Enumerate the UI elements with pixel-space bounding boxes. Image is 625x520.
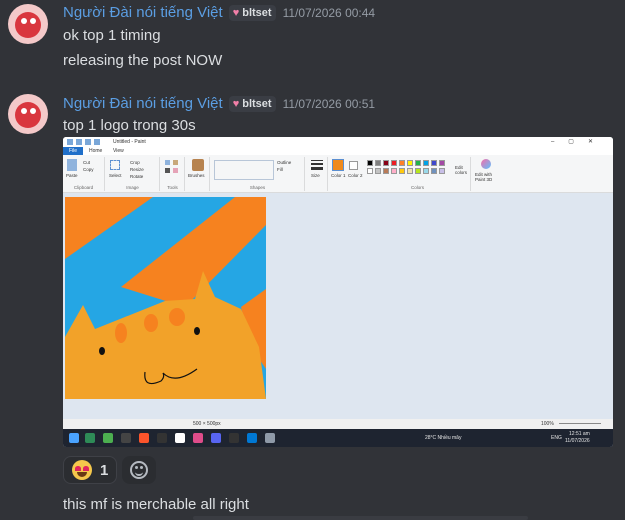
username[interactable]: Người Đài nói tiếng Việt [63, 4, 223, 21]
palette-swatch [423, 160, 429, 166]
tools-group: Tools [161, 157, 185, 191]
palette-swatch [439, 160, 445, 166]
reactions-bar: 1 [63, 456, 157, 484]
notion-icon [175, 433, 185, 443]
image-attachment[interactable]: Untitled - Paint –▢✕ File Home View Past… [63, 137, 613, 447]
palette-swatch [367, 168, 373, 174]
discord-icon [211, 433, 221, 443]
reaction-count: 1 [100, 461, 109, 479]
heart-icon: ♥ [232, 6, 240, 19]
cat-drawing [65, 197, 266, 399]
input-language: ENG [551, 435, 562, 441]
guild-tag[interactable]: ♥ bltset [228, 4, 276, 21]
composer-edge [193, 516, 528, 520]
paint-menubar: File Home View [63, 147, 613, 155]
minecraft-icon [103, 433, 113, 443]
palette-swatch [383, 168, 389, 174]
username[interactable]: Người Đài nói tiếng Việt [63, 95, 223, 112]
zoom-slider [559, 423, 601, 424]
zoom-level: 100% [541, 421, 554, 427]
taskbar-app-icon [121, 433, 131, 443]
reaction-star-struck[interactable]: 1 [63, 456, 118, 484]
clock-date: 11/07/2026 [565, 438, 590, 444]
palette-swatch [439, 168, 445, 174]
view-tab: View [113, 148, 124, 154]
clock-time: 12:51 am [569, 431, 590, 437]
palette-swatch [431, 168, 437, 174]
quick-access-toolbar [67, 139, 100, 145]
shapes-gallery [214, 160, 274, 180]
palette-swatch [431, 160, 437, 166]
text-tool-icon [165, 168, 170, 173]
drawing-canvas [65, 197, 266, 399]
paint3d-icon [481, 159, 491, 169]
palette-swatch [407, 160, 413, 166]
palette-swatch [383, 160, 389, 166]
windows-taskbar: 28°C Nhiều mây ENG 12:51 am 11/07/2026 [63, 429, 613, 447]
guild-tag[interactable]: ♥ bltset [228, 95, 276, 112]
palette-swatch [367, 160, 373, 166]
palette-swatch [375, 160, 381, 166]
file-menu: File [63, 147, 83, 155]
select-icon [110, 160, 120, 170]
avatar[interactable] [8, 94, 48, 134]
message-1: Người Đài nói tiếng Việt ♥ bltset 11/07/2… [0, 0, 625, 84]
window-controls: –▢✕ [550, 139, 607, 145]
taskbar-app-icon [85, 433, 95, 443]
colors-group: Edit colors Colors [365, 157, 471, 191]
taskbar-app-icon [193, 433, 203, 443]
paste-icon [67, 159, 77, 171]
palette-swatch [415, 160, 421, 166]
paint-statusbar: 500 × 500px 100% [63, 419, 613, 429]
palette-swatch [423, 168, 429, 174]
timestamp: 11/07/2026 00:51 [282, 96, 376, 111]
eraser-icon [173, 168, 178, 173]
brave-icon [139, 433, 149, 443]
palette-swatch [375, 168, 381, 174]
palette-swatch [415, 168, 421, 174]
size-group: Size [306, 157, 328, 191]
shapes-group: Outline Fill Shapes [211, 157, 305, 191]
pencil-icon [165, 160, 170, 165]
message-text: ok top 1 timing [63, 27, 161, 44]
star-struck-emoji-icon [72, 460, 92, 480]
taskbar-app-icon [229, 433, 239, 443]
color1-swatch [332, 159, 344, 171]
weather: 28°C Nhiều mây [425, 435, 462, 441]
palette-swatch [407, 168, 413, 174]
heart-icon: ♥ [232, 97, 240, 110]
image-group: Select Crop Resize Rotate Image [106, 157, 160, 191]
paint-ribbon: Paste Cut Copy Clipboard Select Crop Res… [63, 155, 613, 193]
palette-swatch [391, 160, 397, 166]
avatar[interactable] [8, 4, 48, 44]
paint-icon [265, 433, 275, 443]
start-icon [69, 433, 79, 443]
canvas-dimensions: 500 × 500px [193, 421, 221, 427]
color-selectors: Color 1 Color 2 [329, 157, 365, 191]
brushes-group: Brushes [186, 157, 210, 191]
vscode-icon [247, 433, 257, 443]
timestamp: 11/07/2026 00:44 [282, 5, 376, 20]
brush-icon [192, 159, 204, 171]
add-reaction-button[interactable] [122, 456, 157, 484]
message-text: this mf is merchable all right [63, 496, 249, 513]
palette-swatch [399, 168, 405, 174]
palette-swatch [391, 168, 397, 174]
paint-canvas-area [63, 193, 613, 419]
message-text: releasing the post NOW [63, 52, 223, 69]
palette-swatch [399, 160, 405, 166]
clipboard-group: Paste Cut Copy Clipboard [63, 157, 105, 191]
paint3d-group: Edit with Paint 3D [473, 157, 499, 191]
taskbar-app-icon [157, 433, 167, 443]
message-text: top 1 logo trong 30s [63, 117, 196, 134]
paint-titlebar: Untitled - Paint –▢✕ [63, 137, 613, 147]
fill-icon [173, 160, 178, 165]
window-title: Untitled - Paint [113, 139, 146, 145]
home-tab: Home [89, 148, 103, 154]
smiley-icon [130, 461, 149, 479]
color2-swatch [349, 161, 358, 170]
